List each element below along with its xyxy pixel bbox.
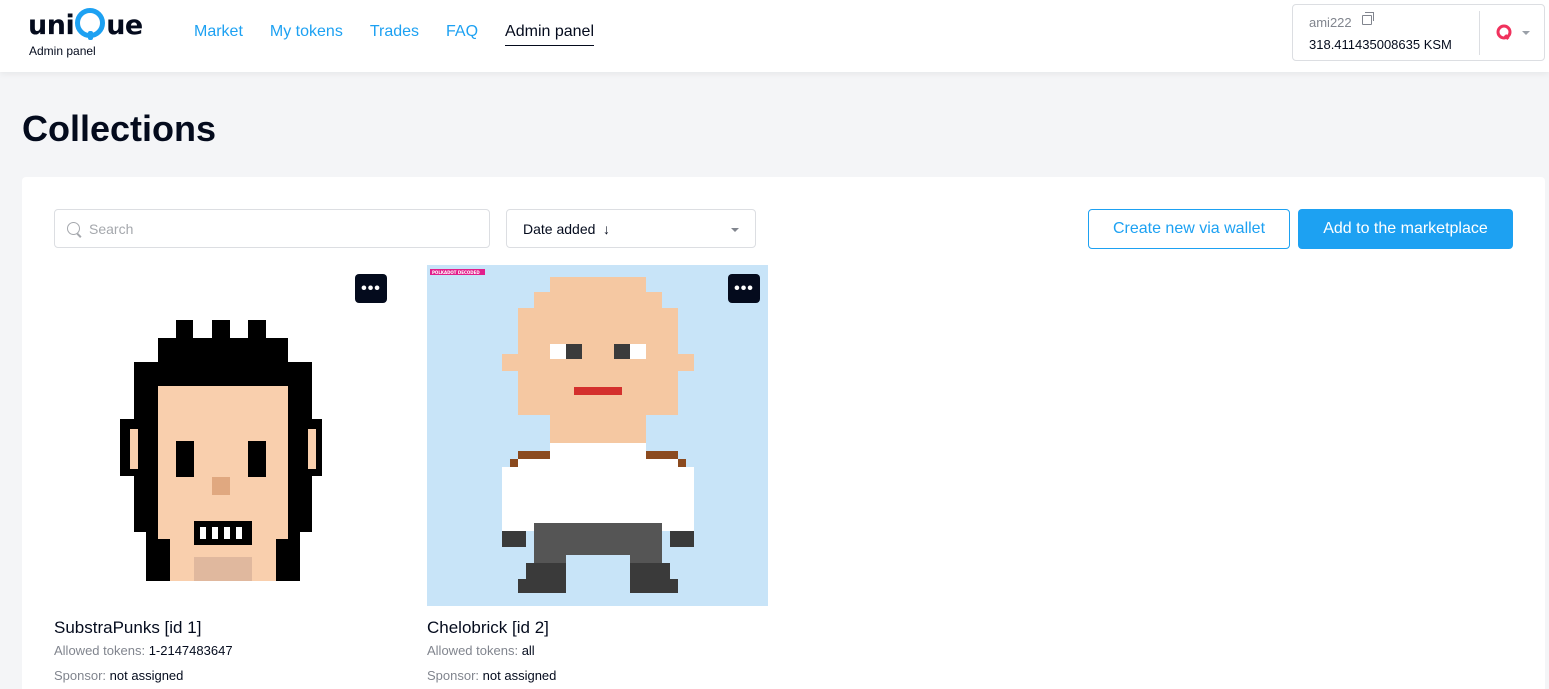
chevron-down-icon[interactable] — [1522, 31, 1530, 35]
nav-trades[interactable]: Trades — [370, 22, 419, 46]
chelobrick-image: POLKADOT DECODED — [427, 265, 768, 606]
nav-admin-panel[interactable]: Admin panel — [505, 22, 594, 46]
allowed-tokens-label: Allowed tokens: — [427, 643, 519, 658]
search-icon — [67, 222, 80, 235]
sponsor-label: Sponsor: — [427, 668, 480, 683]
collection-cover-image[interactable]: ••• — [54, 265, 395, 606]
search-input[interactable] — [89, 210, 479, 247]
nav-market[interactable]: Market — [194, 22, 243, 46]
unique-logo[interactable]: uni ue Admin panel — [28, 6, 158, 60]
sponsor-value: not assigned — [482, 668, 557, 683]
main-nav: Market My tokens Trades FAQ Admin panel — [194, 22, 594, 46]
top-bar: uni ue Admin panel Market My tokens Trade… — [0, 0, 1549, 72]
logo-subtitle: Admin panel — [29, 44, 96, 58]
sponsor-label: Sponsor: — [54, 668, 107, 683]
collection-card[interactable]: POLKADOT DECODED ••• Chelobrick [id 2] A… — [427, 265, 768, 683]
account-avatar-icon[interactable] — [1495, 23, 1513, 41]
collection-card[interactable]: ••• SubstraPunks [id 1] Allowed tokens: … — [54, 265, 395, 683]
logo-wordmark: uni ue — [28, 8, 143, 41]
collection-cover-image[interactable]: POLKADOT DECODED ••• — [427, 265, 768, 606]
account-name: ami222 — [1309, 15, 1352, 30]
sort-label: Date added — [523, 221, 596, 237]
copy-icon[interactable] — [1362, 12, 1374, 25]
allowed-tokens-value: 1-2147483647 — [148, 643, 233, 658]
collection-title: Chelobrick [id 2] — [427, 618, 549, 637]
more-options-button[interactable]: ••• — [355, 274, 387, 303]
account-divider — [1479, 11, 1480, 55]
page-title: Collections — [22, 108, 217, 149]
add-to-marketplace-button[interactable]: Add to the marketplace — [1298, 209, 1513, 249]
sponsor: Sponsor: not assigned — [54, 668, 183, 683]
arrow-down-icon: ↓ — [603, 221, 610, 237]
more-options-button[interactable]: ••• — [728, 274, 760, 303]
polkadot-decoded-badge: POLKADOT DECODED — [432, 270, 480, 275]
allowed-tokens-value: all — [521, 643, 535, 658]
allowed-tokens-label: Allowed tokens: — [54, 643, 146, 658]
search-box[interactable] — [54, 209, 490, 248]
create-via-wallet-button[interactable]: Create new via wallet — [1088, 209, 1290, 249]
nav-my-tokens[interactable]: My tokens — [270, 22, 343, 46]
nav-faq[interactable]: FAQ — [446, 22, 478, 46]
sponsor: Sponsor: not assigned — [427, 668, 556, 683]
substrapunk-image — [54, 265, 395, 606]
logo-q-icon — [75, 8, 106, 40]
allowed-tokens: Allowed tokens: all — [427, 643, 535, 658]
sort-select[interactable]: Date added ↓ — [506, 209, 756, 248]
collections-panel: Date added ↓ Create new via wallet Add t… — [22, 177, 1545, 689]
collection-title: SubstraPunks [id 1] — [54, 618, 202, 637]
account-widget[interactable]: ami222 318.411435008635 KSM — [1292, 4, 1545, 61]
allowed-tokens: Allowed tokens: 1-2147483647 — [54, 643, 233, 658]
account-balance: 318.411435008635 KSM — [1309, 37, 1452, 52]
sponsor-value: not assigned — [109, 668, 184, 683]
chevron-down-icon — [731, 228, 739, 232]
